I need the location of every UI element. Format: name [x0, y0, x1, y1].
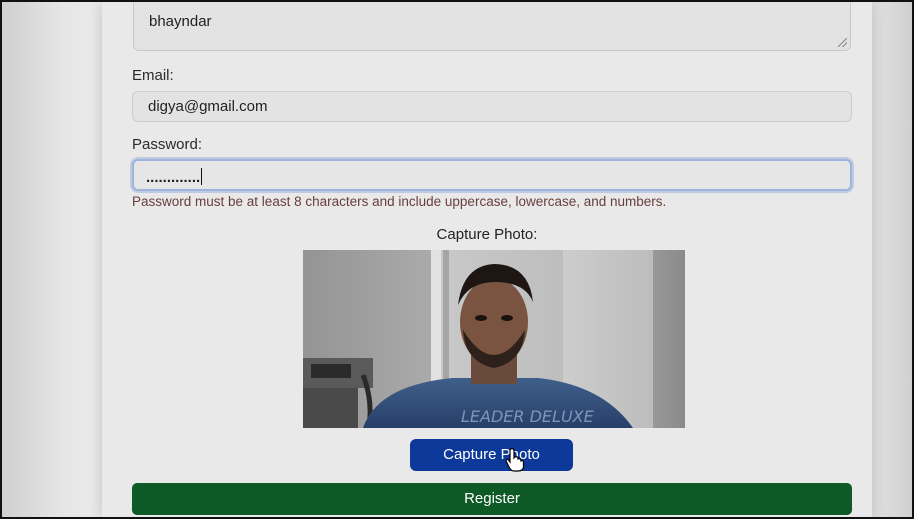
camera-preview: LEADER DELUXE: [303, 250, 685, 428]
address-value: bhayndar: [149, 13, 212, 30]
password-label: Password:: [132, 136, 203, 153]
password-value: .............: [146, 169, 201, 186]
browser-viewport: bhayndar Email: digya@gmail.com Password…: [0, 0, 914, 519]
capture-photo-button[interactable]: Capture Photo: [410, 439, 573, 471]
email-label: Email:: [132, 67, 174, 84]
shirt-print-text: LEADER DELUXE: [461, 407, 595, 426]
register-button[interactable]: Register: [132, 483, 852, 515]
email-value: digya@gmail.com: [148, 98, 268, 115]
hand-pointer-icon: [505, 448, 525, 477]
email-field[interactable]: digya@gmail.com: [132, 91, 852, 122]
password-hint: Password must be at least 8 characters a…: [132, 194, 667, 209]
password-field[interactable]: .............: [132, 159, 852, 191]
webcam-image: LEADER DELUXE: [303, 250, 685, 428]
address-textarea[interactable]: bhayndar: [133, 2, 851, 51]
text-caret: [201, 168, 203, 185]
registration-form: bhayndar Email: digya@gmail.com Password…: [102, 2, 872, 517]
capture-photo-title: Capture Photo:: [436, 226, 538, 243]
resize-grip-icon[interactable]: [838, 38, 847, 47]
